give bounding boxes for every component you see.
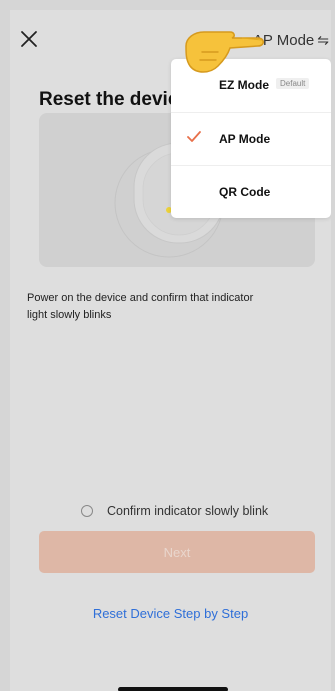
reset-step-by-step-link[interactable]: Reset Device Step by Step	[10, 606, 331, 621]
confirm-indicator-checkbox[interactable]: Confirm indicator slowly blink	[81, 504, 268, 518]
mode-dropdown-menu: EZ Mode Default AP Mode QR Code	[171, 59, 331, 218]
menu-item-label: AP Mode	[219, 132, 271, 146]
pointing-hand-icon	[185, 31, 264, 73]
next-button[interactable]: Next	[39, 531, 315, 573]
page-title: Reset the device	[39, 89, 189, 110]
menu-item-qr-code[interactable]: QR Code	[171, 165, 331, 218]
close-icon[interactable]	[18, 28, 42, 52]
default-badge: Default	[276, 78, 310, 89]
confirm-label: Confirm indicator slowly blink	[107, 504, 269, 518]
home-indicator	[118, 687, 228, 691]
instruction-text: Power on the device and confirm that ind…	[27, 292, 254, 321]
checkmark-icon	[187, 131, 201, 142]
menu-item-label: QR Code	[219, 185, 271, 199]
swap-arrows-icon: ⇋	[317, 32, 329, 48]
radio-circle-icon[interactable]	[81, 505, 93, 517]
menu-item-ap-mode[interactable]: AP Mode	[171, 112, 331, 165]
screen: AP Mode ⇋ Reset the device Power on the …	[10, 10, 331, 691]
